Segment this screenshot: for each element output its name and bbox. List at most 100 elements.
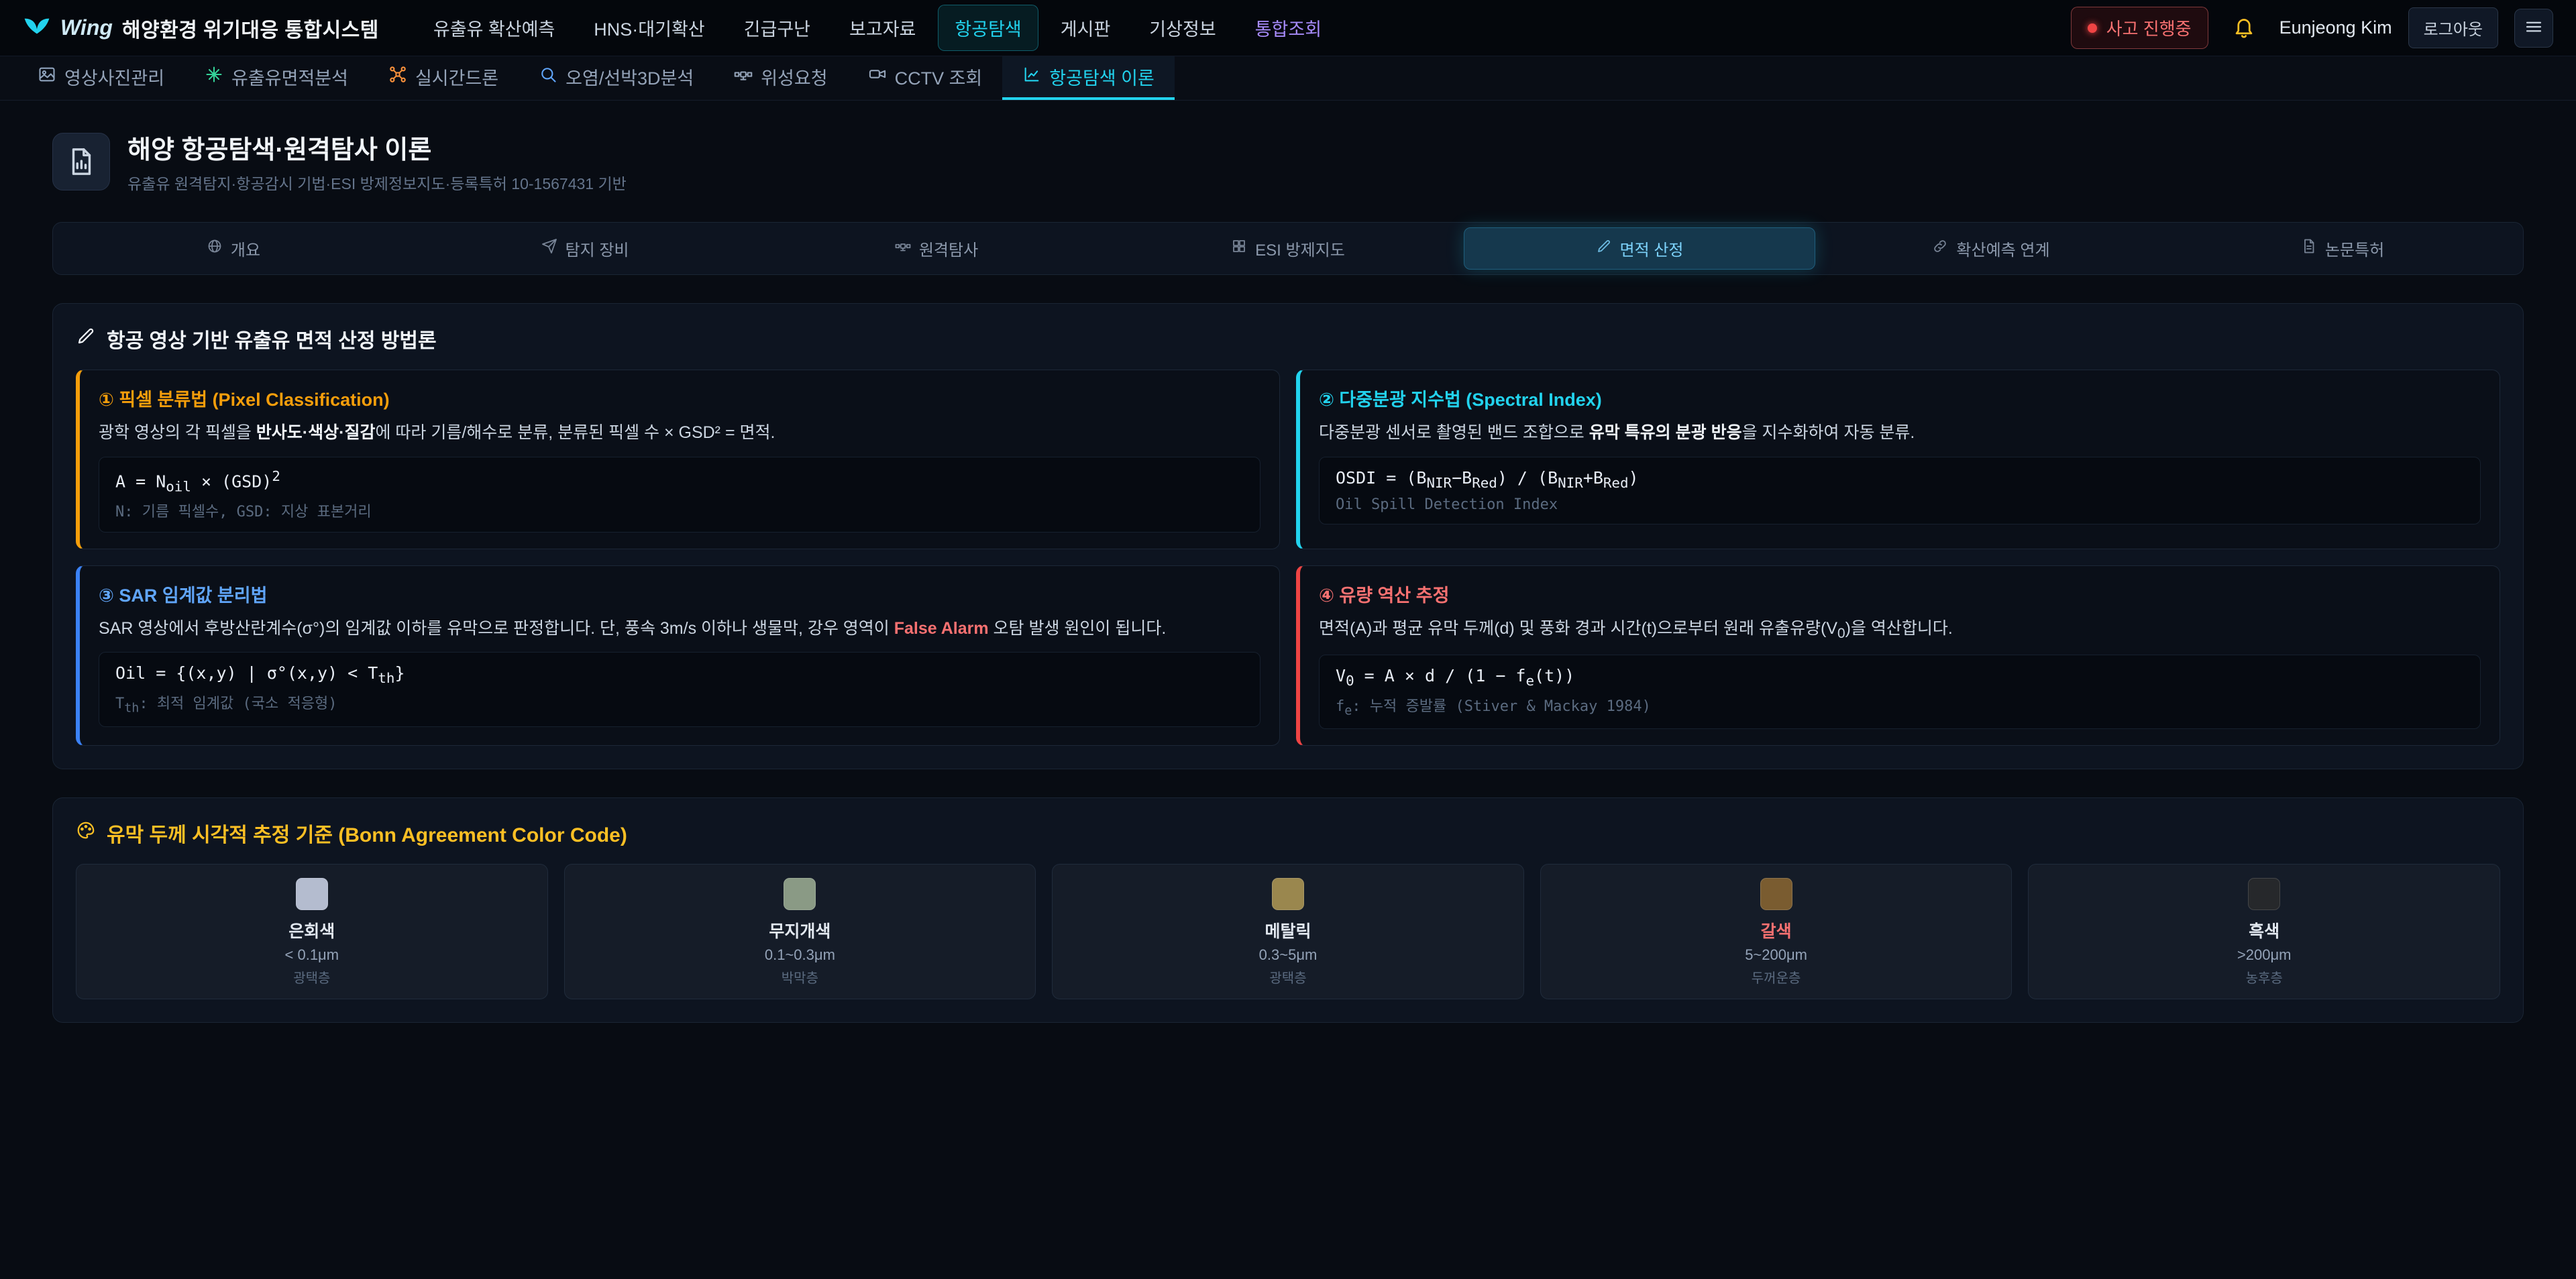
- thickness-range: 5~200μm: [1745, 946, 1807, 964]
- incident-status-badge[interactable]: 사고 진행중: [2071, 7, 2208, 49]
- thickness-range: 0.3~5μm: [1259, 946, 1318, 964]
- oil-area-icon: [205, 65, 223, 89]
- tab-image-photo-management[interactable]: 영상사진관리: [17, 56, 184, 100]
- nav-item-weather-info[interactable]: 기상정보: [1132, 5, 1232, 51]
- photo-icon: [38, 65, 56, 89]
- hamburger-menu-button[interactable]: [2514, 9, 2553, 48]
- page-subtitle: 유출유 원격탐지·항공감시 기법·ESI 방제정보지도·등록특허 10-1567…: [127, 171, 627, 194]
- line-chart-icon: [1022, 65, 1041, 89]
- method-title: ① 픽셀 분류법 (Pixel Classification): [99, 385, 1260, 411]
- thickness-layer-label: 박막층: [782, 967, 818, 987]
- cctv-icon: [868, 65, 887, 89]
- globe-icon: [207, 238, 223, 259]
- grid-icon: [1231, 238, 1247, 259]
- color-swatch: [1272, 878, 1304, 910]
- formula: OSDI = (BNIR−BRed) / (BNIR+BRed): [1336, 468, 2464, 491]
- snav-label: 탐지 장비: [566, 237, 629, 260]
- area-estimation-methods-panel: 항공 영상 기반 유출유 면적 산정 방법론 ① 픽셀 분류법 (Pixel C…: [52, 303, 2524, 769]
- tab-realtime-drone[interactable]: 실시간드론: [368, 56, 519, 100]
- tab-label: 영상사진관리: [64, 64, 164, 90]
- bonn-heading: 유막 두께 시각적 추정 기준 (Bonn Agreement Color Co…: [76, 818, 2500, 848]
- incident-status-label: 사고 진행중: [2106, 15, 2192, 40]
- notification-bell-button[interactable]: [2224, 9, 2263, 48]
- bonn-card-brown: 갈색 5~200μm 두꺼운층: [1540, 864, 2012, 999]
- brand-home-link[interactable]: Wing 해양환경 위기대응 통합시스템: [23, 12, 379, 44]
- thickness-name: 메탈릭: [1265, 918, 1311, 942]
- drone-icon: [388, 65, 407, 89]
- thickness-range: 0.1~0.3μm: [765, 946, 835, 964]
- tab-label: CCTV 조회: [895, 64, 983, 90]
- nav-item-emergency-rescue[interactable]: 긴급구난: [727, 5, 827, 51]
- tab-label: 실시간드론: [415, 64, 498, 90]
- theory-document-icon: [52, 133, 110, 190]
- formula-note: fe: 누적 증발률 (Stiver & Mackay 1984): [1336, 694, 2464, 718]
- formula-note: N: 기름 픽셀수, GSD: 지상 표본거리: [115, 500, 1244, 521]
- snav-papers-patents[interactable]: 논문특허: [2167, 227, 2518, 270]
- nav-item-board[interactable]: 게시판: [1044, 5, 1128, 51]
- snav-area-estimation[interactable]: 면적 산정: [1464, 227, 1815, 270]
- method-description: SAR 영상에서 후방산란계수(σ°)의 임계값 이하를 유막으로 판정합니다.…: [99, 616, 1260, 642]
- thickness-name: 갈색: [1761, 918, 1792, 942]
- snav-esi-map[interactable]: ESI 방제지도: [1112, 227, 1464, 270]
- nav-item-aerial-search[interactable]: 항공탐색: [938, 5, 1038, 51]
- link-icon: [1932, 238, 1948, 259]
- bonn-card-metallic: 메탈릭 0.3~5μm 광택층: [1052, 864, 1524, 999]
- method-description: 면적(A)과 평균 유막 두께(d) 및 풍화 경과 시간(t)으로부터 원래 …: [1319, 616, 2481, 644]
- nav-item-reports[interactable]: 보고자료: [833, 5, 932, 51]
- tab-aerial-search-theory[interactable]: 항공탐색 이론: [1002, 56, 1175, 100]
- bonn-color-code-panel: 유막 두께 시각적 추정 기준 (Bonn Agreement Color Co…: [52, 797, 2524, 1023]
- main-nav: 유출유 확산예측 HNS·대기확산 긴급구난 보고자료 항공탐색 게시판 기상정…: [417, 5, 1338, 51]
- thickness-layer-label: 광택층: [1269, 967, 1306, 987]
- thickness-layer-label: 광택층: [293, 967, 330, 987]
- user-name: Eunjeong Kim: [2279, 17, 2392, 38]
- nav-item-hns-air-diffusion[interactable]: HNS·대기확산: [577, 5, 721, 51]
- method-card-spectral-index: ② 다중분광 지수법 (Spectral Index) 다중분광 센서로 촬영된…: [1296, 370, 2500, 549]
- thickness-name: 흑색: [2249, 918, 2279, 942]
- thickness-range: < 0.1μm: [285, 946, 339, 964]
- page-title: 해양 항공탐색·원격탐사 이론: [127, 129, 627, 166]
- tab-pollution-ship-3d[interactable]: 오염/선박3D분석: [519, 56, 714, 100]
- color-swatch: [296, 878, 328, 910]
- methods-heading-text: 항공 영상 기반 유출유 면적 산정 방법론: [107, 324, 437, 353]
- brand-name: Wing: [60, 15, 113, 40]
- methods-grid: ① 픽셀 분류법 (Pixel Classification) 광학 영상의 각…: [76, 370, 2500, 746]
- formula-note: Oil Spill Detection Index: [1336, 496, 2464, 513]
- bonn-card-rainbow: 무지개색 0.1~0.3μm 박막층: [564, 864, 1036, 999]
- satellite-icon: [895, 238, 911, 259]
- snav-label: ESI 방제지도: [1255, 237, 1345, 260]
- methods-heading: 항공 영상 기반 유출유 면적 산정 방법론: [76, 324, 2500, 353]
- tab-oil-area-analysis[interactable]: 유출유면적분석: [184, 56, 368, 100]
- method-title: ④ 유량 역산 추정: [1319, 581, 2481, 607]
- bonn-card-silver-gray: 은회색 < 0.1μm 광택층: [76, 864, 548, 999]
- method-card-volume-inversion: ④ 유량 역산 추정 면적(A)과 평균 유막 두께(d) 및 풍화 경과 시간…: [1296, 565, 2500, 746]
- snav-overview[interactable]: 개요: [58, 227, 409, 270]
- bell-icon: [2232, 15, 2256, 41]
- palette-icon: [76, 820, 96, 846]
- topbar-right: 사고 진행중 Eunjeong Kim 로그아웃: [2071, 7, 2553, 49]
- alert-dot-icon: [2088, 23, 2097, 33]
- thickness-range: >200μm: [2237, 946, 2292, 964]
- snav-label: 개요: [231, 237, 260, 260]
- tab-label: 오염/선박3D분석: [566, 64, 694, 90]
- snav-remote-sensing[interactable]: 원격탐사: [761, 227, 1112, 270]
- snav-label: 논문특허: [2325, 237, 2384, 260]
- nav-item-integrated-search[interactable]: 통합조회: [1238, 5, 1338, 51]
- snav-detection-equipment[interactable]: 탐지 장비: [409, 227, 761, 270]
- snav-diffusion-link[interactable]: 확산예측 연계: [1815, 227, 2167, 270]
- sub-tabbar: 영상사진관리 유출유면적분석 실시간드론 오염/선박3D분석 위성요청 CCTV…: [0, 56, 2576, 101]
- bonn-card-black: 흑색 >200μm 농후층: [2028, 864, 2500, 999]
- method-title: ③ SAR 임계값 분리법: [99, 581, 1260, 607]
- main-content: 해양 항공탐색·원격탐사 이론 유출유 원격탐지·항공감시 기법·ESI 방제정…: [0, 101, 2576, 1063]
- nav-item-oil-spill-prediction[interactable]: 유출유 확산예측: [417, 5, 572, 51]
- section-nav: 개요 탐지 장비 원격탐사 ESI 방제지도 면적 산정 확산예측 연계 논문특…: [52, 222, 2524, 275]
- thickness-name: 무지개색: [769, 918, 830, 942]
- snav-label: 확산예측 연계: [1956, 237, 2049, 260]
- tab-satellite-request[interactable]: 위성요청: [714, 56, 847, 100]
- formula: A = Noil × (GSD)2: [115, 468, 1244, 494]
- formula-block: V0 = A × d / (1 − fe(t)) fe: 누적 증발률 (Sti…: [1319, 655, 2481, 729]
- method-card-sar-threshold: ③ SAR 임계값 분리법 SAR 영상에서 후방산란계수(σ°)의 임계값 이…: [76, 565, 1280, 746]
- tab-cctv-view[interactable]: CCTV 조회: [848, 56, 1003, 100]
- logout-button[interactable]: 로그아웃: [2408, 7, 2498, 48]
- formula: V0 = A × d / (1 − fe(t)): [1336, 666, 2464, 689]
- thickness-layer-label: 농후층: [2246, 967, 2283, 987]
